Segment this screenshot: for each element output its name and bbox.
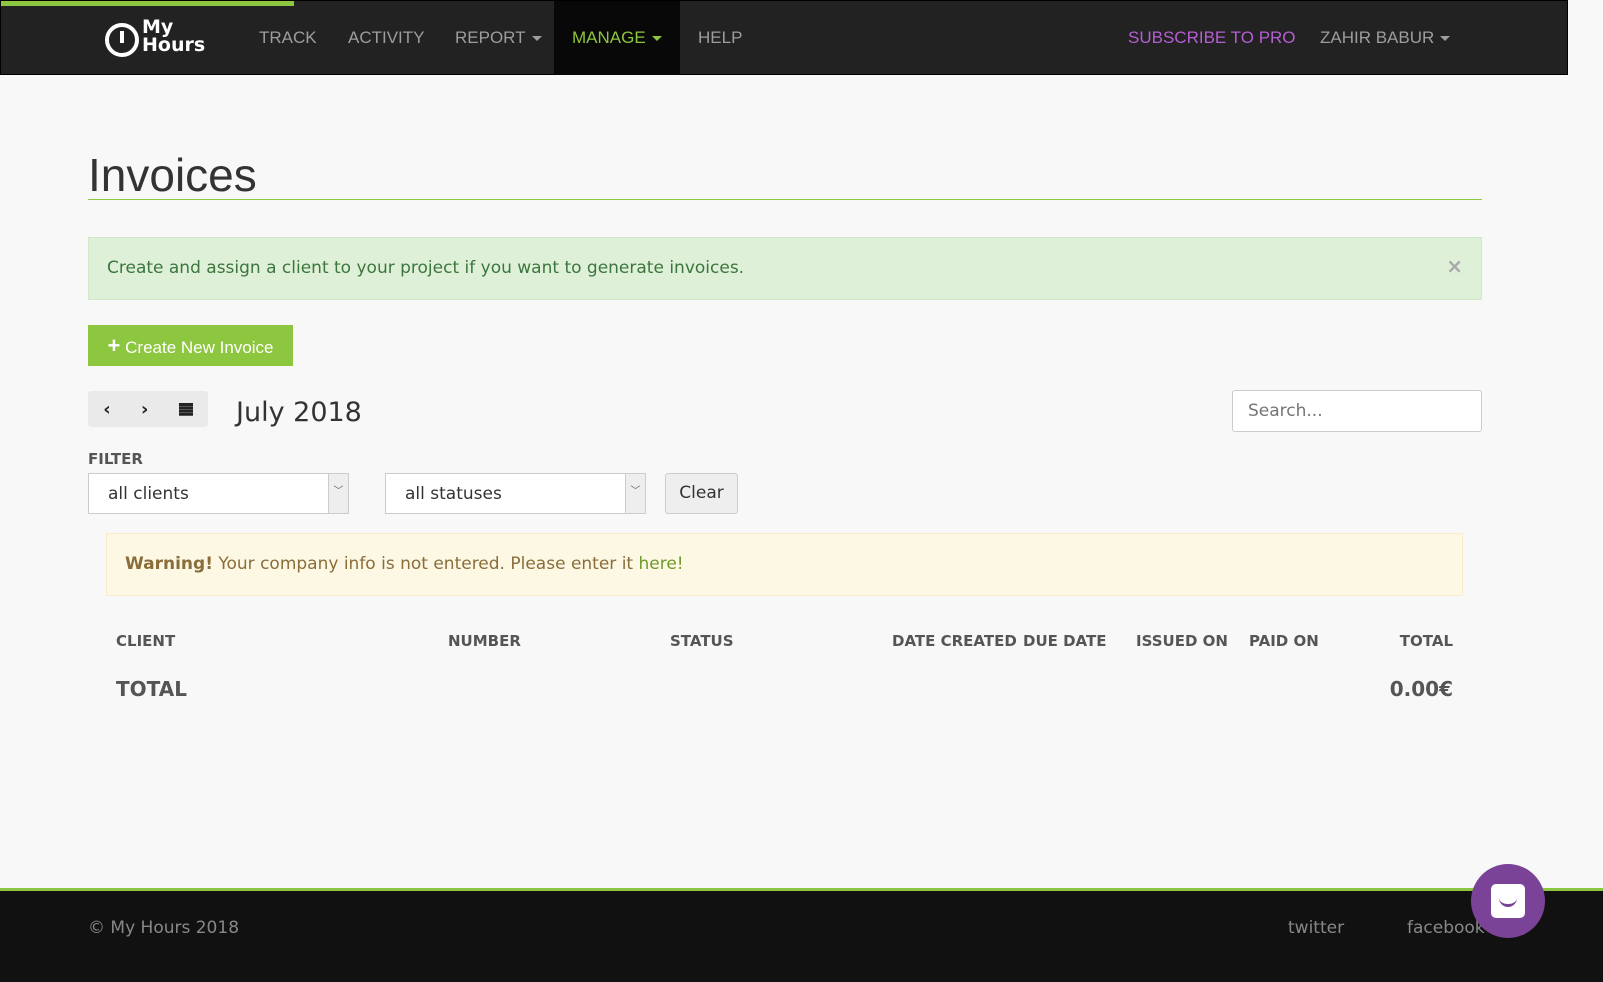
plus-icon: + [107, 333, 121, 358]
chevron-left-icon[interactable]: ‹ [103, 399, 110, 420]
logo[interactable]: My Hours [105, 15, 212, 57]
close-icon[interactable]: × [1446, 254, 1463, 278]
caret-down-icon [1440, 36, 1451, 42]
col-due-date[interactable]: DUE DATE [1023, 632, 1106, 650]
date-navigation: ‹ › [88, 391, 208, 427]
status-select[interactable]: all statuses ﹀ [385, 473, 646, 514]
subscribe-link[interactable]: SUBSCRIBE TO PRO [1128, 1, 1296, 75]
footer: © My Hours 2018 twitter facebook [0, 888, 1603, 982]
nav-report[interactable]: REPORT [455, 1, 542, 75]
create-invoice-label: Create New Invoice [125, 338, 274, 357]
twitter-link[interactable]: twitter [1288, 918, 1344, 938]
nav-activity[interactable]: ACTIVITY [348, 1, 425, 75]
chevron-down-icon: ﹀ [625, 474, 645, 513]
user-menu[interactable]: ZAHIR BABUR [1320, 1, 1451, 75]
client-select[interactable]: all clients ﹀ [88, 473, 349, 514]
nav-report-label: REPORT [455, 28, 526, 47]
nav-manage-label: MANAGE [572, 28, 646, 47]
create-invoice-button[interactable]: + Create New Invoice [88, 325, 293, 366]
logo-text: My Hours [142, 16, 206, 56]
info-alert: Create and assign a client to your proje… [88, 237, 1482, 300]
nav-manage[interactable]: MANAGE [554, 1, 680, 75]
total-label: TOTAL [116, 677, 187, 701]
caret-down-icon [651, 36, 662, 42]
status-select-value: all statuses [405, 484, 502, 504]
stopwatch-icon [105, 23, 139, 57]
top-navbar: My Hours TRACK ACTIVITY REPORT MANAGE HE… [0, 0, 1568, 75]
nav-track[interactable]: TRACK [259, 1, 317, 75]
calendar-icon[interactable] [178, 402, 193, 416]
facebook-link[interactable]: facebook [1407, 918, 1485, 938]
loading-progress-bar [1, 1, 294, 6]
chevron-right-icon[interactable]: › [141, 399, 148, 420]
col-number[interactable]: NUMBER [448, 632, 521, 650]
current-month: July 2018 [236, 397, 362, 428]
col-paid-on[interactable]: PAID ON [1249, 632, 1319, 650]
total-value: 0.00€ [1389, 677, 1453, 701]
company-info-link[interactable]: here! [638, 554, 683, 574]
chat-button[interactable] [1471, 864, 1545, 938]
page-title: Invoices [88, 149, 257, 201]
filter-label: FILTER [88, 450, 143, 468]
user-name: ZAHIR BABUR [1320, 28, 1435, 47]
warning-alert: Warning! Your company info is not entere… [106, 533, 1463, 596]
caret-down-icon [531, 36, 542, 42]
nav-help[interactable]: HELP [698, 1, 742, 75]
client-select-value: all clients [108, 484, 189, 504]
col-client[interactable]: CLIENT [116, 632, 175, 650]
col-issued-on[interactable]: ISSUED ON [1136, 632, 1228, 650]
alert-text: Create and assign a client to your proje… [107, 258, 745, 278]
col-total[interactable]: TOTAL [1400, 632, 1453, 650]
col-date-created[interactable]: DATE CREATED [892, 632, 1017, 650]
chevron-down-icon: ﹀ [328, 474, 348, 513]
warning-strong: Warning! [125, 554, 213, 574]
warning-text: Your company info is not entered. Please… [212, 554, 639, 574]
title-divider [88, 199, 1482, 200]
search-input[interactable] [1232, 390, 1482, 432]
copyright: © My Hours 2018 [88, 918, 240, 938]
chat-icon [1491, 884, 1525, 918]
clear-button[interactable]: Clear [665, 473, 738, 514]
col-status[interactable]: STATUS [670, 632, 734, 650]
